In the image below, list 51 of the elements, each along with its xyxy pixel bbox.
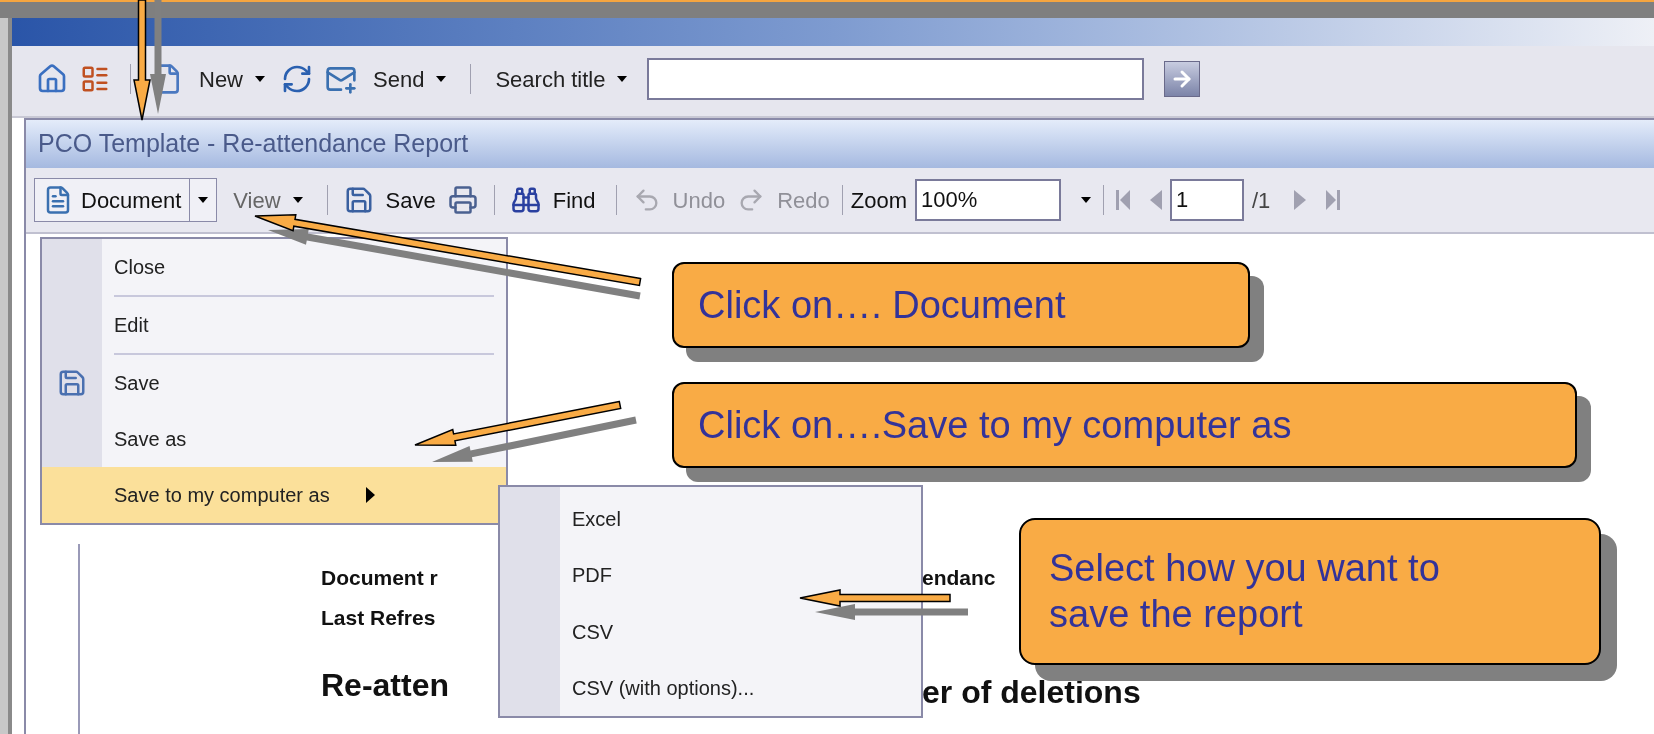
zoom-label: Zoom <box>850 186 907 215</box>
document-label: Document <box>81 186 182 215</box>
menu-item[interactable]: Save as <box>42 411 506 467</box>
save-icon <box>57 368 87 398</box>
go-button[interactable] <box>1164 61 1201 97</box>
menu-item[interactable]: Excel <box>560 491 921 548</box>
menu-item-label: Save <box>113 371 160 396</box>
previous-page-icon[interactable] <box>1149 190 1162 210</box>
print-icon[interactable] <box>447 185 478 215</box>
search-field[interactable] <box>647 58 1145 100</box>
menu-item-label: Close <box>113 255 166 280</box>
menu-item-label: Save to my computer as <box>113 483 330 508</box>
caret-icon <box>255 76 265 82</box>
report-title: PCO Template - Re-attendance Report <box>38 128 469 160</box>
caret-icon <box>292 197 303 203</box>
caret-icon <box>198 197 209 203</box>
menu-item[interactable]: Save to my computer as <box>42 467 506 523</box>
document-name-text: Document r <box>321 565 438 591</box>
menu-item[interactable]: PDF <box>560 547 921 604</box>
menu-item-label: Edit <box>113 313 149 338</box>
menu-item[interactable]: Edit <box>42 297 506 353</box>
caret-icon <box>617 76 628 82</box>
menu-item[interactable]: CSV (with options)... <box>560 659 921 716</box>
menu-item[interactable]: Close <box>42 239 506 295</box>
list-icon[interactable] <box>80 64 110 94</box>
menu-item-label: Save as <box>113 427 187 452</box>
first-page-icon[interactable] <box>1115 190 1130 210</box>
document-split-button[interactable]: Document <box>34 178 218 222</box>
caret-icon <box>436 76 447 82</box>
zoom-field[interactable]: 100% <box>914 179 1061 221</box>
next-page-icon[interactable] <box>1294 190 1307 210</box>
menu-item[interactable]: Save <box>42 355 506 411</box>
save-button[interactable]: Save <box>381 183 440 217</box>
menu-item[interactable]: CSV <box>560 603 921 660</box>
home-icon[interactable] <box>36 63 68 95</box>
document-name-text: endanc <box>922 565 996 591</box>
find-icon[interactable] <box>510 185 541 215</box>
report-heading: er of deletions <box>922 673 1141 712</box>
page-field[interactable]: 1 <box>1169 179 1244 221</box>
view-button[interactable]: View <box>225 183 311 217</box>
submenu-arrow-icon <box>365 487 375 503</box>
refresh-icon[interactable] <box>281 63 313 95</box>
page-total: /1 <box>1251 186 1271 215</box>
send-button[interactable]: Send <box>369 62 451 96</box>
last-page-icon[interactable] <box>1326 190 1341 210</box>
report-heading: Re-atten <box>321 666 449 705</box>
search-title-dropdown[interactable]: Search title <box>491 62 632 96</box>
caret-icon <box>1080 197 1091 203</box>
find-button[interactable]: Find <box>548 183 600 217</box>
new-button[interactable]: New <box>195 62 269 96</box>
last-refresh-text: Last Refres <box>321 604 436 631</box>
